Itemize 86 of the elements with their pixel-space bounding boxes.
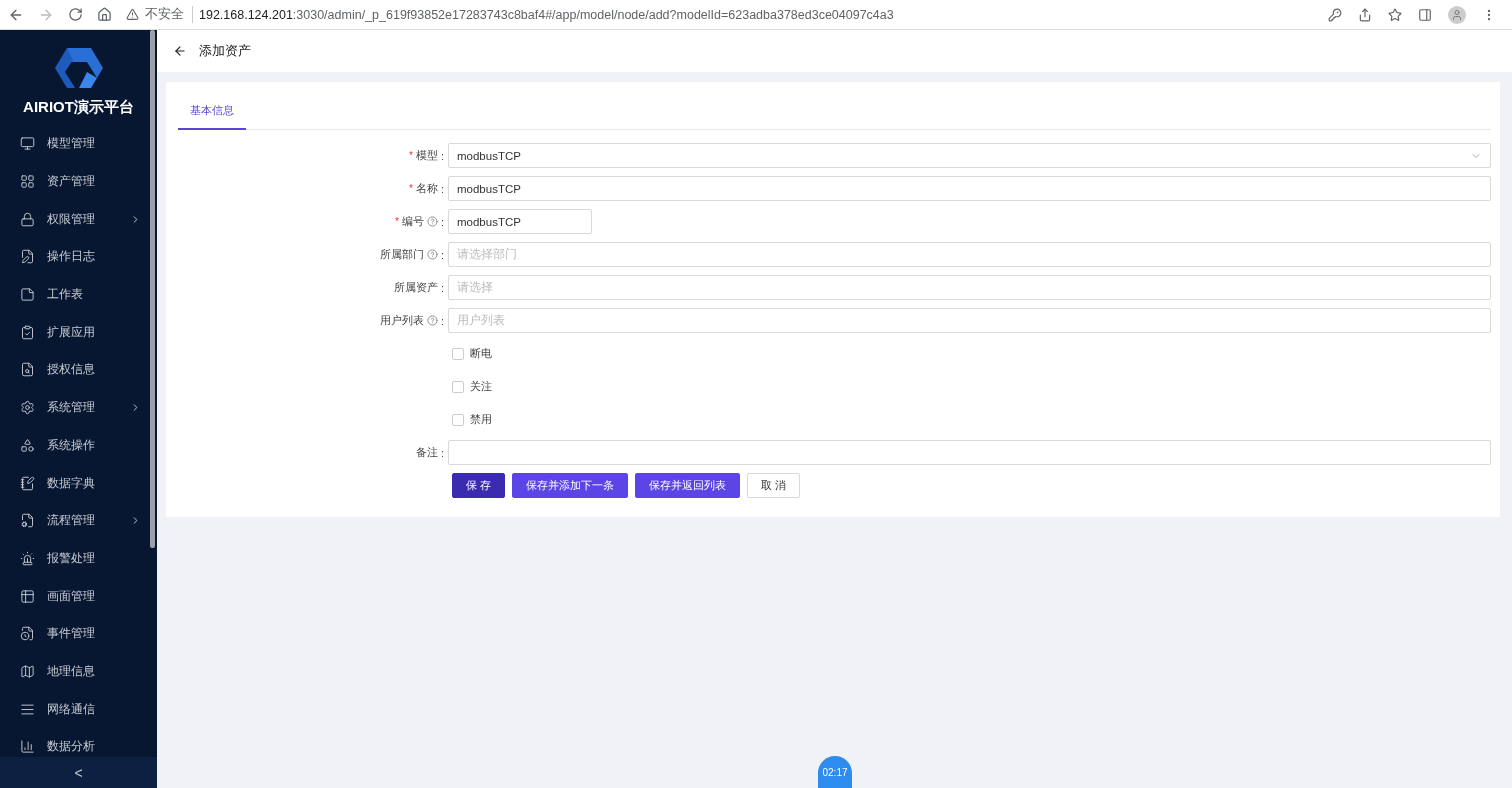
colon: :: [440, 314, 444, 327]
sidebar-item[interactable]: 系统管理: [0, 388, 157, 427]
field-label: 所属部门: [379, 247, 424, 262]
edit-document-icon: [20, 249, 35, 265]
sidebar-item[interactable]: 扩展应用: [0, 313, 157, 352]
colon: :: [440, 182, 444, 195]
lines-icon: [20, 701, 35, 717]
checkbox-label: 断电: [470, 346, 492, 361]
sidebar-item[interactable]: 数据分析: [0, 728, 157, 757]
security-label: 不安全: [145, 6, 193, 23]
input-field[interactable]: [448, 440, 1491, 465]
scrollbar[interactable]: [150, 30, 155, 548]
cancel-button[interactable]: 取 消: [747, 473, 801, 498]
bar-chart-icon: [20, 739, 35, 755]
field-label: 备注: [415, 445, 438, 460]
sidebar-item[interactable]: 报警处理: [0, 539, 157, 578]
field-label: 模型: [415, 148, 438, 163]
sidebar-item[interactable]: 工作表: [0, 275, 157, 314]
timer-badge: 02:17: [818, 756, 852, 788]
sidebar-item[interactable]: 权限管理: [0, 200, 157, 239]
colon: :: [440, 446, 444, 459]
sidebar-item[interactable]: 数据字典: [0, 464, 157, 502]
colon: :: [440, 281, 444, 294]
warning-icon: [126, 8, 139, 21]
note-icon: [20, 287, 35, 303]
primary-button[interactable]: 保 存: [452, 473, 506, 498]
lock-icon: [20, 211, 35, 227]
sidebar-item[interactable]: 操作日志: [0, 238, 157, 276]
profile-avatar[interactable]: [1448, 5, 1466, 24]
map-icon: [20, 663, 35, 679]
back-icon[interactable]: [173, 44, 187, 58]
colon: :: [440, 215, 444, 228]
required-mark: *: [395, 216, 399, 227]
sidebar-item[interactable]: 资产管理: [0, 162, 157, 201]
clipboard-icon: [20, 324, 35, 340]
document-search-icon: [20, 362, 35, 378]
primary-button[interactable]: 保存并添加下一条: [512, 473, 629, 498]
tab[interactable]: 基本信息: [178, 103, 246, 130]
siren-icon: [20, 550, 35, 566]
help-icon: [426, 216, 438, 227]
field-label: 所属资产: [393, 280, 438, 295]
checkbox[interactable]: [452, 347, 464, 360]
sidebar-item[interactable]: 事件管理: [0, 614, 157, 653]
sidebar-item[interactable]: 流程管理: [0, 501, 157, 540]
select-field[interactable]: modbusTCP: [448, 143, 1491, 168]
shapes-icon: [20, 437, 35, 453]
notebook-icon: [20, 475, 35, 491]
table-icon: [20, 588, 35, 604]
home-icon[interactable]: [97, 7, 112, 22]
required-mark: *: [409, 183, 413, 194]
primary-button[interactable]: 保存并返回列表: [635, 473, 741, 498]
checkbox-label: 关注: [470, 379, 492, 394]
colon: :: [440, 149, 444, 162]
collapse-button[interactable]: <: [0, 757, 157, 788]
colon: :: [440, 248, 444, 261]
grid-icon: [20, 174, 35, 190]
required-mark: *: [409, 150, 413, 161]
sidebar-item[interactable]: 系统操作: [0, 426, 157, 465]
star-icon[interactable]: [1388, 7, 1402, 22]
document-gear-icon: [20, 513, 35, 529]
key-icon[interactable]: [1328, 7, 1342, 22]
side-panel-icon[interactable]: [1418, 7, 1432, 22]
document-clock-icon: [20, 626, 35, 642]
checkbox[interactable]: [452, 413, 464, 426]
help-icon: [426, 249, 438, 260]
settings-icon: [20, 400, 35, 416]
reload-icon[interactable]: [68, 7, 83, 22]
input-field[interactable]: modbusTCP: [448, 176, 1491, 201]
sidebar-item[interactable]: 画面管理: [0, 577, 157, 615]
checkbox[interactable]: [452, 380, 464, 393]
page-title: 添加资产: [199, 42, 251, 60]
field-label: 编号: [401, 214, 424, 229]
sidebar-item[interactable]: 模型管理: [0, 125, 157, 163]
monitor-icon: [20, 136, 35, 152]
field-label: 用户列表: [379, 313, 424, 328]
brand-name: AIRIOT演示平台: [23, 98, 134, 117]
share-icon[interactable]: [1358, 7, 1372, 22]
sidebar-item[interactable]: 授权信息: [0, 351, 157, 389]
url-path[interactable]: :3030/admin/_p_619f93852e17283743c8baf4#/app/model/node/add?modelId=623adba378ed3ce04097c4a3: [292, 7, 894, 22]
sidebar-item[interactable]: 地理信息: [0, 652, 157, 691]
sidebar-item[interactable]: 网络通信: [0, 690, 157, 728]
help-icon: [426, 315, 438, 326]
field-label: 名称: [415, 181, 438, 196]
url-host[interactable]: 192.168.124.201: [199, 7, 293, 22]
input-field[interactable]: modbusTCP: [448, 209, 592, 234]
checkbox-label: 禁用: [470, 412, 492, 427]
